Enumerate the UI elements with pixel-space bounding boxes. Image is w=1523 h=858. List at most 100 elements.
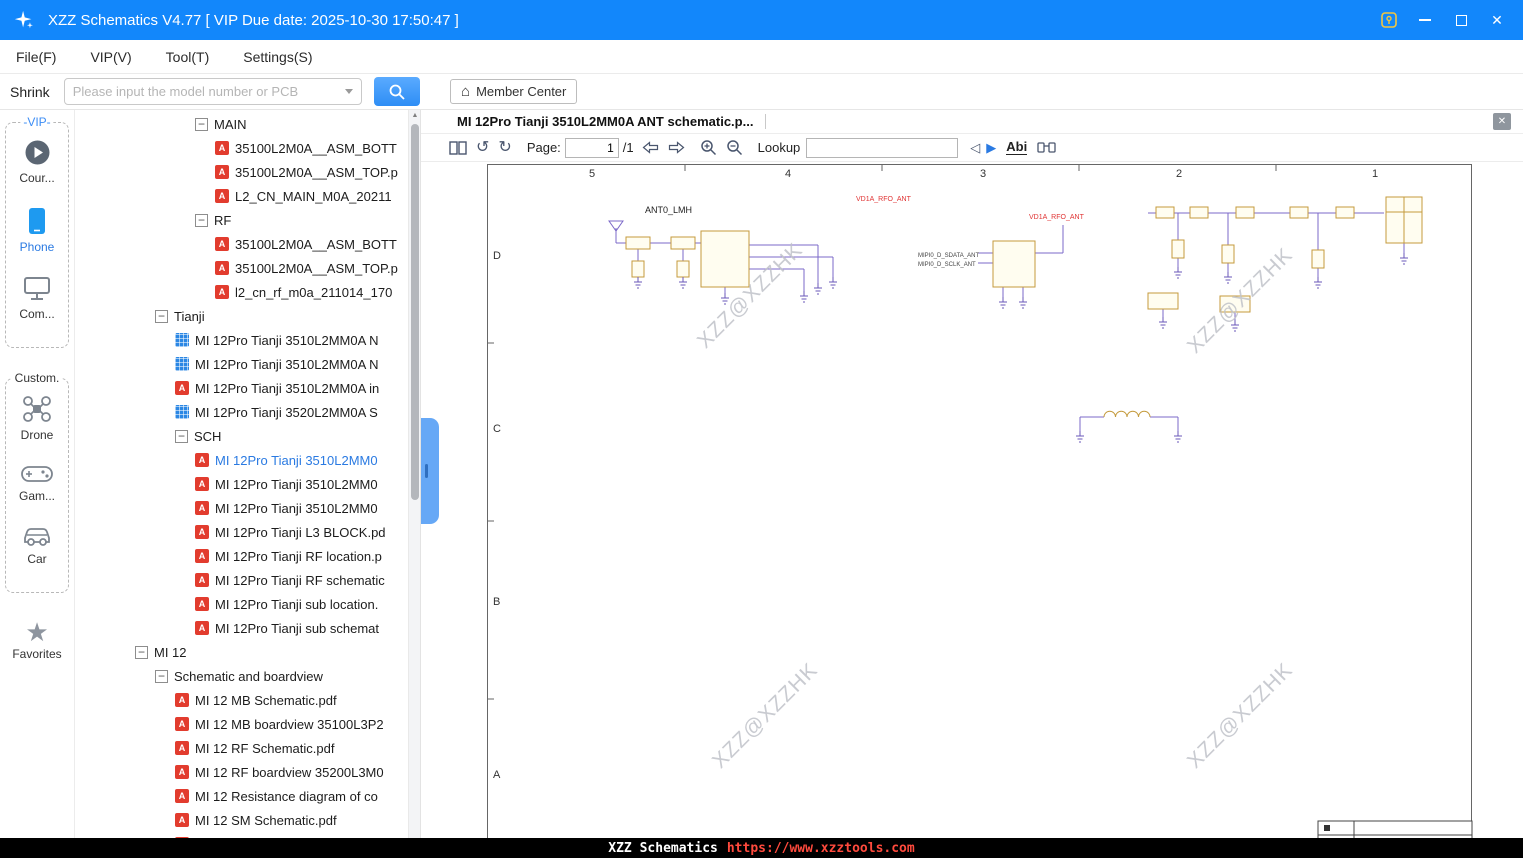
tree-item[interactable]: A MI 12 MB boardview 35100L3P2 xyxy=(75,712,420,736)
collapse-icon[interactable]: − xyxy=(135,645,148,659)
search-input[interactable] xyxy=(72,84,339,99)
panel-collapse-handle[interactable] xyxy=(421,418,439,524)
tree-item[interactable]: A MI 12 SM Schematic.pdf xyxy=(75,808,420,832)
document-tab[interactable]: MI 12Pro Tianji 3510L2MM0A ANT schematic… xyxy=(457,114,753,129)
pdf-file-icon: A xyxy=(215,237,229,251)
pdf-file-icon: A xyxy=(175,765,189,779)
tree-item[interactable]: A MI 12Pro Tianji sub location. xyxy=(75,592,420,616)
tree-item[interactable]: A 35100L2M0A__ASM_TOP.p xyxy=(75,160,420,184)
search-prev-button[interactable]: ◁ xyxy=(970,140,980,156)
chevron-down-icon[interactable] xyxy=(344,89,353,94)
status-bar: XZZ Schematics https://www.xzztools.com xyxy=(0,838,1523,858)
page-input[interactable] xyxy=(564,137,619,158)
tree-item[interactable]: A MI 12 Resistance diagram of co xyxy=(75,784,420,808)
pdf-file-icon: A xyxy=(195,525,209,539)
sidebar-item-car[interactable]: Car xyxy=(6,525,68,566)
tree-item[interactable]: MI 12Pro Tianji 3510L2MM0A N xyxy=(75,328,420,352)
tree-item[interactable]: A MI 12Pro Tianji 3510L2MM0 xyxy=(75,496,420,520)
tree-item[interactable]: A MI 12Pro Tianji L3 BLOCK.pd xyxy=(75,520,420,544)
tree-item[interactable]: MI 12Pro Tianji 3510L2MM0A N xyxy=(75,352,420,376)
two-page-view-icon[interactable] xyxy=(449,137,467,159)
tree-item[interactable]: Al2_cn_rf_m0a_211014_170 xyxy=(75,280,420,304)
maximize-button[interactable] xyxy=(1443,5,1479,35)
pdf-file-icon: A xyxy=(195,621,209,635)
menu-settings[interactable]: Settings(S) xyxy=(243,49,312,65)
zoom-out-button[interactable] xyxy=(726,137,743,159)
collapse-icon[interactable]: − xyxy=(195,213,208,227)
collapse-icon[interactable]: − xyxy=(155,309,168,323)
tree-item[interactable]: − Schematic and boardview xyxy=(75,664,420,688)
close-document-icon[interactable]: ✕ xyxy=(1493,113,1511,130)
sidebar-item-courses[interactable]: Cour... xyxy=(6,139,68,185)
sidebar-item-phone[interactable]: Phone xyxy=(6,207,68,254)
tree-item[interactable]: A MI 12Pro Tianji 3510L2MM0 xyxy=(75,448,420,472)
sidebar-item-drone[interactable]: Drone xyxy=(6,395,68,442)
tree-item[interactable]: − SCH xyxy=(75,424,420,448)
tree-item-label: MAIN xyxy=(214,116,247,132)
menu-vip[interactable]: VIP(V) xyxy=(90,49,131,65)
lookup-input[interactable] xyxy=(806,137,959,158)
search-icon xyxy=(389,84,405,100)
sidebar-item-game[interactable]: Gam... xyxy=(6,464,68,503)
lookup-label: Lookup xyxy=(757,140,801,155)
sidebar-item-label: Phone xyxy=(19,240,55,254)
tree-item[interactable]: A MI 12 MB Schematic.pdf xyxy=(75,688,420,712)
model-search-box xyxy=(63,78,362,105)
sidebar-item-label: Favorites xyxy=(12,647,62,661)
tree-item[interactable]: A MI 12Pro Tianji RF schematic xyxy=(75,568,420,592)
tree-item[interactable]: − RF xyxy=(75,208,420,232)
tree-item[interactable]: A 35100L2M0A__ASM_BOTT xyxy=(75,232,420,256)
tree-item-label: Schematic and boardview xyxy=(174,668,323,684)
tree-item[interactable]: A MI 12Pro Tianji 3510L2MM0 xyxy=(75,472,420,496)
rotate-right-button[interactable]: ↻ xyxy=(498,137,511,159)
sidebar-item-computer[interactable]: Com... xyxy=(6,276,68,321)
sidebar-item-label: Car xyxy=(27,552,47,566)
pdf-file-icon: A xyxy=(215,189,229,203)
prev-page-button[interactable] xyxy=(642,137,659,159)
pdf-file-icon: A xyxy=(215,141,229,155)
abi-toggle[interactable]: Abi xyxy=(1006,140,1028,155)
shrink-button[interactable]: Shrink xyxy=(10,84,50,100)
pdf-viewport[interactable]: 5 4 3 2 1 D C B A ANT0_LMH VD1A_RFO_ANT … xyxy=(421,162,1523,858)
tree-item[interactable]: A 35100L2M0A__ASM_BOTT xyxy=(75,136,420,160)
tab-separator xyxy=(765,114,767,129)
pdf-file-icon: A xyxy=(215,165,229,179)
binoculars-icon[interactable] xyxy=(1037,137,1056,159)
tree-item[interactable]: − MI 12 xyxy=(75,640,420,664)
tree-item[interactable]: A 35100L2M0A__ASM_TOP.p xyxy=(75,256,420,280)
search-next-button[interactable]: ▶ xyxy=(986,140,996,156)
scrollbar-up-arrow[interactable]: ▲ xyxy=(409,112,420,119)
tree-item[interactable]: − Tianji xyxy=(75,304,420,328)
sidebar-item-label: Drone xyxy=(20,428,54,442)
tree-item[interactable]: A MI 12 RF boardview 35200L3M0 xyxy=(75,760,420,784)
member-center-button[interactable]: ⌂ Member Center xyxy=(450,79,578,104)
tree-item[interactable]: − MAIN xyxy=(75,112,420,136)
collapse-icon[interactable]: − xyxy=(155,669,168,683)
minimize-button[interactable] xyxy=(1407,5,1443,35)
tree-scrollbar-thumb[interactable] xyxy=(411,124,419,500)
tree-item[interactable]: A L2_CN_MAIN_M0A_20211 xyxy=(75,184,420,208)
tree-item[interactable]: A MI 12Pro Tianji 3510L2MM0A in xyxy=(75,376,420,400)
tree-item[interactable]: A MI 12Pro Tianji RF location.p xyxy=(75,544,420,568)
tree-item[interactable]: A MI 12Pro Tianji sub schemat xyxy=(75,616,420,640)
rotate-left-button[interactable]: ↺ xyxy=(476,137,489,159)
tree-item-label: MI 12Pro Tianji RF location.p xyxy=(215,548,382,564)
tree-scrollbar[interactable]: ▲ xyxy=(408,110,420,858)
tree-item-label: Tianji xyxy=(174,308,205,324)
license-icon[interactable] xyxy=(1371,5,1407,35)
next-page-button[interactable] xyxy=(668,137,685,159)
search-button[interactable] xyxy=(373,77,420,106)
tree-item[interactable]: A MI 12 RF Schematic.pdf xyxy=(75,736,420,760)
tree-item[interactable]: MI 12Pro Tianji 3520L2MM0A S xyxy=(75,400,420,424)
menu-tool[interactable]: Tool(T) xyxy=(166,49,210,65)
menu-file[interactable]: File(F) xyxy=(16,49,56,65)
zoom-in-button[interactable] xyxy=(700,137,717,159)
document-tab-bar: MI 12Pro Tianji 3510L2MM0A ANT schematic… xyxy=(421,110,1523,134)
collapse-icon[interactable]: − xyxy=(175,429,188,443)
tree-item-label: l2_cn_rf_m0a_211014_170 xyxy=(235,284,393,300)
sidebar-item-favorites[interactable]: ★ Favorites xyxy=(0,619,74,661)
close-button[interactable]: ✕ xyxy=(1479,5,1515,35)
collapse-icon[interactable]: − xyxy=(195,117,208,131)
car-icon xyxy=(24,528,50,546)
pdf-file-icon: A xyxy=(195,597,209,611)
